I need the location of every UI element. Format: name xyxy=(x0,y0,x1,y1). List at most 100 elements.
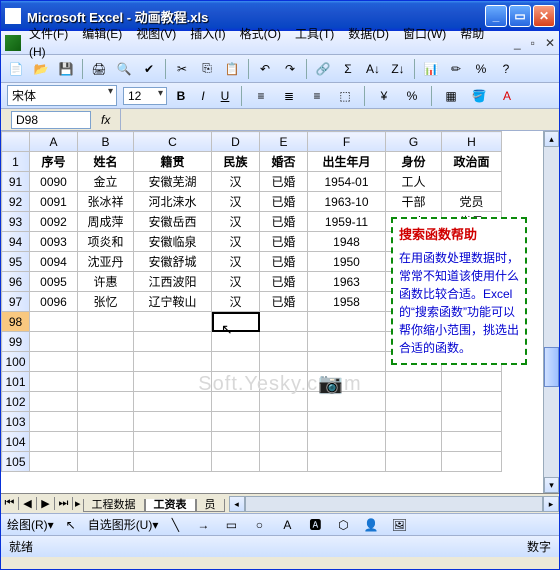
sheet-tab[interactable]: 员 xyxy=(196,499,225,512)
select-all-corner[interactable] xyxy=(2,132,30,152)
scroll-down-button[interactable]: ▾ xyxy=(544,477,559,493)
scroll-up-button[interactable]: ▴ xyxy=(544,131,559,147)
row-header[interactable]: 91 xyxy=(2,172,30,192)
row-header[interactable]: 92 xyxy=(2,192,30,212)
cell[interactable]: 汉 xyxy=(212,192,260,212)
row-header[interactable]: 95 xyxy=(2,252,30,272)
row-header[interactable]: 1 xyxy=(2,152,30,172)
cell[interactable]: 安徽临泉 xyxy=(134,232,212,252)
borders-button[interactable]: ▦ xyxy=(440,85,462,107)
scroll-right-button[interactable]: ▸ xyxy=(543,496,559,512)
row-header[interactable]: 98 xyxy=(2,312,30,332)
cell[interactable] xyxy=(308,352,386,372)
menu-item[interactable]: 插入(I) xyxy=(190,27,225,41)
preview-button[interactable]: 🔍 xyxy=(113,58,135,80)
cell[interactable] xyxy=(212,432,260,452)
open-button[interactable]: 📂 xyxy=(30,58,52,80)
menu-item[interactable]: 工具(T) xyxy=(295,27,334,41)
cell[interactable] xyxy=(308,312,386,332)
sort-desc-button[interactable]: Z↓ xyxy=(387,58,409,80)
cell[interactable]: 工人 xyxy=(386,172,442,192)
cell[interactable] xyxy=(134,372,212,392)
draw-menu[interactable]: 绘图(R)▾ xyxy=(7,516,54,533)
header-cell[interactable]: 出生年月 xyxy=(308,152,386,172)
horizontal-scrollbar[interactable]: ◂ ▸ xyxy=(229,496,559,512)
cell[interactable]: 张冰祥 xyxy=(78,192,134,212)
cell[interactable]: 1963-10 xyxy=(308,192,386,212)
diagram-button[interactable]: ⬡ xyxy=(332,514,354,536)
column-header[interactable]: C xyxy=(134,132,212,152)
header-cell[interactable]: 籍贯 xyxy=(134,152,212,172)
align-left-button[interactable]: ≡ xyxy=(250,85,272,107)
row-header[interactable]: 104 xyxy=(2,432,30,452)
cell[interactable] xyxy=(134,412,212,432)
name-box[interactable]: D98 xyxy=(11,111,91,129)
cell[interactable] xyxy=(260,412,308,432)
cell[interactable] xyxy=(260,392,308,412)
header-cell[interactable]: 姓名 xyxy=(78,152,134,172)
tab-nav-button[interactable]: ⏭ xyxy=(55,497,73,510)
sort-asc-button[interactable]: A↓ xyxy=(362,58,384,80)
cell[interactable]: 1954-01 xyxy=(308,172,386,192)
cell[interactable] xyxy=(30,432,78,452)
cell[interactable]: 许惠 xyxy=(78,272,134,292)
paste-button[interactable]: 📋 xyxy=(221,58,243,80)
italic-button[interactable]: I xyxy=(195,89,211,103)
cell[interactable]: 安徽岳西 xyxy=(134,212,212,232)
cell[interactable] xyxy=(260,332,308,352)
cell[interactable] xyxy=(260,312,308,332)
cell[interactable] xyxy=(308,412,386,432)
cell[interactable] xyxy=(134,452,212,472)
cell[interactable] xyxy=(308,452,386,472)
cell[interactable]: 沈亚丹 xyxy=(78,252,134,272)
cell[interactable] xyxy=(260,432,308,452)
cell[interactable]: 0091 xyxy=(30,192,78,212)
cell[interactable] xyxy=(386,432,442,452)
cell[interactable]: 周成萍 xyxy=(78,212,134,232)
row-header[interactable]: 93 xyxy=(2,212,30,232)
cell[interactable] xyxy=(78,452,134,472)
cell[interactable] xyxy=(212,452,260,472)
row-header[interactable]: 94 xyxy=(2,232,30,252)
doc-minimize[interactable]: _ xyxy=(514,36,521,50)
cell[interactable] xyxy=(212,392,260,412)
cell[interactable] xyxy=(212,312,260,332)
cell[interactable]: 河北涞水 xyxy=(134,192,212,212)
chart-button[interactable]: 📊 xyxy=(420,58,442,80)
column-header[interactable]: E xyxy=(260,132,308,152)
cell[interactable]: 0094 xyxy=(30,252,78,272)
close-button[interactable]: ✕ xyxy=(533,5,555,27)
row-header[interactable]: 101 xyxy=(2,372,30,392)
document-icon[interactable] xyxy=(5,35,21,51)
cell[interactable]: 党员 xyxy=(442,192,502,212)
cell[interactable]: 汉 xyxy=(212,212,260,232)
header-cell[interactable]: 民族 xyxy=(212,152,260,172)
cell[interactable] xyxy=(134,352,212,372)
menu-item[interactable]: 文件(F) xyxy=(29,27,68,41)
cell[interactable]: 项炎和 xyxy=(78,232,134,252)
drawing-button[interactable]: ✏ xyxy=(445,58,467,80)
cell[interactable] xyxy=(212,352,260,372)
cell[interactable]: 已婚 xyxy=(260,292,308,312)
merge-button[interactable]: ⬚ xyxy=(334,85,356,107)
underline-button[interactable]: U xyxy=(217,89,233,103)
sheet-tab[interactable]: 工资表 xyxy=(145,499,196,512)
cell[interactable] xyxy=(78,352,134,372)
cell[interactable]: 汉 xyxy=(212,272,260,292)
cell[interactable]: 0095 xyxy=(30,272,78,292)
cell[interactable]: 已婚 xyxy=(260,252,308,272)
cell[interactable] xyxy=(308,392,386,412)
align-right-button[interactable]: ≡ xyxy=(306,85,328,107)
cell[interactable] xyxy=(308,432,386,452)
worksheet-grid[interactable]: ABCDEFGH1序号姓名籍贯民族婚否出生年月身份政治面910090金立安徽芜湖… xyxy=(1,131,559,493)
cell[interactable]: 已婚 xyxy=(260,212,308,232)
cell[interactable] xyxy=(78,412,134,432)
cell[interactable]: 干部 xyxy=(386,192,442,212)
wordart-button[interactable]: 🅰 xyxy=(304,514,326,536)
row-header[interactable]: 103 xyxy=(2,412,30,432)
textbox-button[interactable]: A xyxy=(276,514,298,536)
clipart-button[interactable]: 👤 xyxy=(360,514,382,536)
cell[interactable] xyxy=(134,332,212,352)
row-header[interactable]: 102 xyxy=(2,392,30,412)
print-button[interactable]: 🖨 xyxy=(88,58,110,80)
